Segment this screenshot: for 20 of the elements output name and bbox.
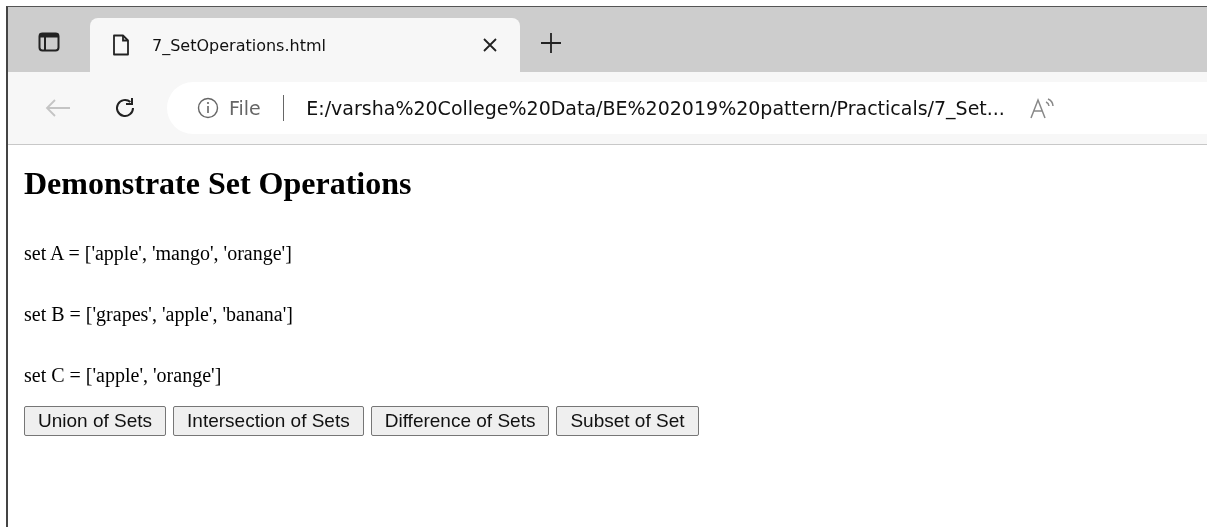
action-button[interactable]: Difference of Sets: [370, 406, 550, 436]
page-icon: [112, 34, 130, 56]
tab-title: 7_SetOperations.html: [152, 35, 327, 55]
address-bar[interactable]: File E:/varsha%20College%20Data/BE%202019%20pattern/Practicals/7_Set...: [167, 82, 1207, 134]
action-button[interactable]: Union of Sets: [24, 406, 167, 436]
read-aloud-icon[interactable]: [1028, 97, 1055, 119]
set-text: set A = ['apple', 'mango', 'orange']: [24, 241, 293, 267]
close-icon[interactable]: [482, 37, 498, 53]
set-text: set C = ['apple', 'orange']: [24, 363, 223, 389]
action-button[interactable]: Subset of Set: [556, 406, 699, 436]
action-button[interactable]: Intersection of Sets: [173, 406, 364, 436]
new-tab-icon[interactable]: [540, 32, 562, 54]
browser-tab[interactable]: 7_SetOperations.html: [90, 18, 520, 72]
set-text: set B = ['grapes', 'apple', 'banana']: [24, 302, 294, 328]
scheme-label: File: [229, 97, 261, 119]
refresh-icon[interactable]: [113, 96, 137, 120]
tab-actions-icon[interactable]: [38, 32, 60, 52]
url-text: E:/varsha%20College%20Data/BE%202019%20pattern/Practicals/7_Set...: [306, 97, 1005, 119]
page-heading: Demonstrate Set Operations: [24, 164, 413, 203]
info-icon[interactable]: [197, 97, 219, 119]
